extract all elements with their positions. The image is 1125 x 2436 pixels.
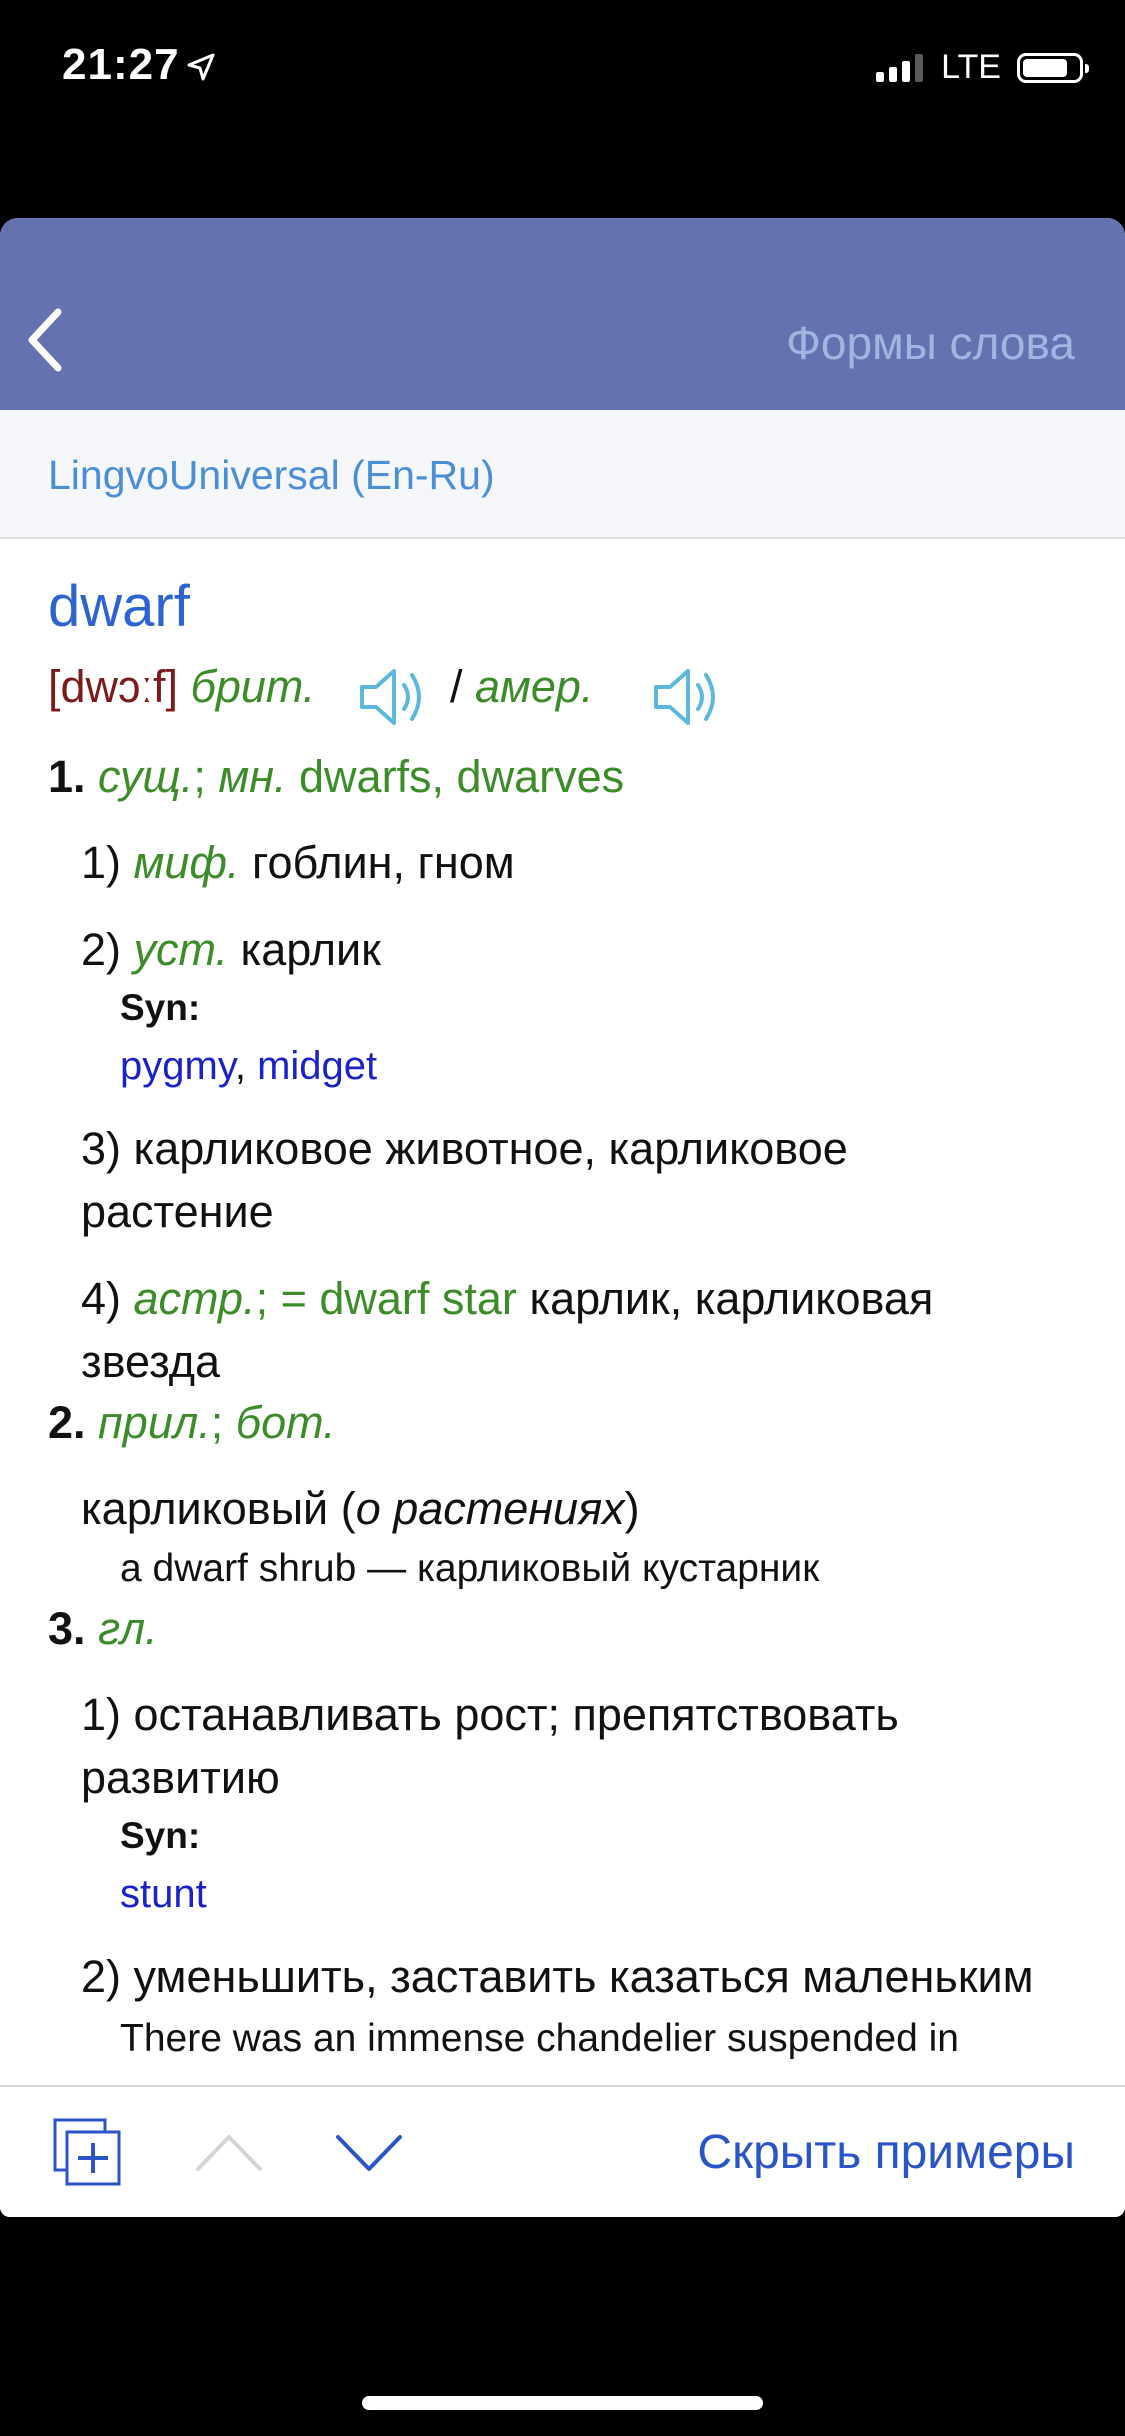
home-indicator[interactable] bbox=[362, 2396, 763, 2410]
transcription: [dwɔːf] bbox=[48, 661, 179, 712]
chevron-up-icon[interactable] bbox=[194, 2129, 264, 2175]
example-text: There was an immense chandelier suspende… bbox=[120, 2017, 959, 2060]
sense-2-header: 2. прил.; бот. bbox=[48, 1397, 336, 1448]
speaker-amer-icon[interactable] bbox=[650, 663, 726, 731]
sense-1-4: 4) астр.; = dwarf star карлик, карликова… bbox=[81, 1273, 934, 1324]
slash-separator: / bbox=[450, 661, 463, 712]
sense-1-3-cont: растение bbox=[81, 1186, 274, 1237]
synonyms-list: stunt bbox=[120, 1872, 207, 1917]
entry-content[interactable]: dwarf [dwɔːf] брит. / амер. 1. сущ.; мн.… bbox=[0, 539, 1125, 2081]
chevron-left-icon bbox=[28, 308, 62, 372]
sense-1-2: 2) уст. карлик bbox=[81, 924, 381, 975]
sense-1-3: 3) карликовое животное, карликовое bbox=[81, 1123, 848, 1174]
dictionary-name: LingvoUniversal (En-Ru) bbox=[48, 452, 495, 498]
sense-3-2: 2) уменьшить, заставить казаться маленьк… bbox=[81, 1951, 1034, 2002]
pronunciation-amer: / амер. bbox=[450, 661, 593, 713]
example-text: a dwarf shrub — карликовый кустарник bbox=[120, 1547, 820, 1590]
brit-label: брит. bbox=[190, 661, 316, 712]
synonym-link[interactable]: pygmy bbox=[120, 1044, 235, 1088]
network-type: LTE bbox=[941, 48, 1001, 86]
amer-label: амер. bbox=[475, 661, 594, 712]
bottom-toolbar: Скрыть примеры bbox=[0, 2085, 1125, 2217]
navigation-bar: Формы слова bbox=[0, 218, 1125, 410]
synonym-link[interactable]: midget bbox=[257, 1044, 377, 1088]
dictionary-header: LingvoUniversal (En-Ru) bbox=[0, 410, 1125, 539]
sense-2-text: карликовый (о растениях) bbox=[81, 1483, 640, 1534]
battery-icon bbox=[1017, 52, 1089, 83]
headword: dwarf bbox=[48, 574, 190, 639]
synonyms-list: pygmy, midget bbox=[120, 1044, 378, 1088]
sense-1-1: 1) миф. гоблин, гном bbox=[81, 837, 515, 888]
dwarf-star-ref[interactable]: ; = dwarf star bbox=[256, 1273, 517, 1324]
chevron-down-icon[interactable] bbox=[334, 2129, 404, 2175]
plural-forms: dwarfs, dwarves bbox=[299, 751, 625, 802]
sense-3-1: 1) останавливать рост; препятствовать bbox=[81, 1689, 899, 1740]
syn-label: Syn: bbox=[120, 1815, 201, 1856]
sense-3-header: 3. гл. bbox=[48, 1603, 158, 1654]
status-indicators: LTE bbox=[876, 48, 1089, 87]
hide-examples-button[interactable]: Скрыть примеры bbox=[697, 2125, 1075, 2180]
sense-1-4-cont: звезда bbox=[81, 1336, 220, 1387]
add-to-cards-icon[interactable] bbox=[52, 2117, 122, 2187]
cellular-signal-icon bbox=[876, 53, 924, 82]
word-forms-link[interactable]: Формы слова bbox=[786, 316, 1075, 370]
location-arrow-icon bbox=[187, 53, 215, 81]
syn-label: Syn: bbox=[120, 987, 201, 1028]
sense-3-1-cont: развитию bbox=[81, 1752, 280, 1803]
back-button[interactable] bbox=[18, 300, 78, 380]
sense-1-header: 1. сущ.; мн. dwarfs, dwarves bbox=[48, 751, 625, 802]
pronunciation-line: [dwɔːf] брит. bbox=[48, 661, 315, 713]
status-bar: 21:27 LTE bbox=[0, 0, 1125, 140]
status-time: 21:27 bbox=[62, 40, 180, 89]
synonym-link[interactable]: stunt bbox=[120, 1872, 207, 1916]
app-screen: Формы слова LingvoUniversal (En-Ru) dwar… bbox=[0, 218, 1125, 2217]
speaker-brit-icon[interactable] bbox=[356, 663, 432, 731]
